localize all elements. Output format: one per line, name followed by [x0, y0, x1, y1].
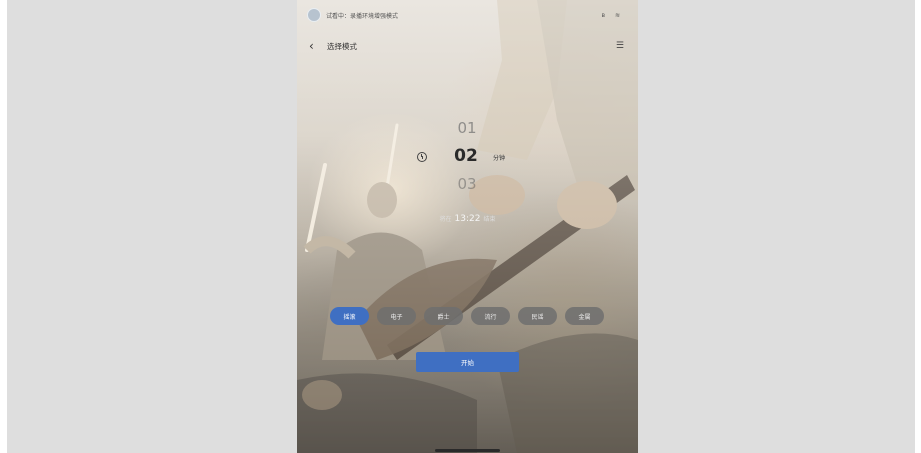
- overlay-veil: [297, 0, 638, 453]
- picker-next-value[interactable]: 03: [452, 175, 482, 193]
- mode-chip-electronic[interactable]: 电子: [377, 307, 416, 325]
- wifi-icon: ≋: [614, 11, 620, 19]
- end-time-value: 13:22: [454, 214, 481, 224]
- mode-chip-metal[interactable]: 金属: [565, 307, 604, 325]
- mode-chip-jazz[interactable]: 爵士: [424, 307, 463, 325]
- home-indicator[interactable]: [435, 449, 500, 452]
- avatar[interactable]: [307, 8, 321, 22]
- start-button[interactable]: 开始: [416, 352, 519, 372]
- mode-chip-rock[interactable]: 摇滚: [330, 307, 369, 325]
- system-icons: ʙ ≋: [601, 12, 620, 19]
- page-title: 选择模式: [327, 41, 357, 51]
- header: ‹ 选择模式 ☰: [309, 38, 624, 54]
- bluetooth-icon: ʙ: [601, 11, 605, 19]
- picker-unit: 分钟: [493, 155, 506, 162]
- end-time-suffix: 结束: [483, 216, 496, 223]
- end-time-text: 将在 13:22 结束: [297, 214, 638, 224]
- picker-current-value[interactable]: 02: [448, 146, 484, 166]
- end-time-prefix: 将在: [439, 216, 452, 223]
- mode-chip-group: 摇滚 电子 爵士 流行 民谣 金属: [330, 307, 604, 325]
- menu-icon[interactable]: ☰: [616, 41, 624, 51]
- picker-previous-value[interactable]: 01: [452, 119, 482, 137]
- tablet-screen: 试看中：录播环境增强模式 ʙ ≋ ‹ 选择模式 ☰ 01 02 分钟 03 将在…: [297, 0, 638, 453]
- mode-chip-pop[interactable]: 流行: [471, 307, 510, 325]
- duration-picker[interactable]: 01 02 分钟 03: [297, 116, 638, 196]
- status-mode-text: 试看中：录播环境增强模式: [326, 12, 399, 20]
- clock-icon: [417, 152, 427, 162]
- status-bar: 试看中：录播环境增强模式 ʙ ≋: [307, 8, 628, 22]
- back-icon[interactable]: ‹: [309, 40, 321, 52]
- mode-chip-folk[interactable]: 民谣: [518, 307, 557, 325]
